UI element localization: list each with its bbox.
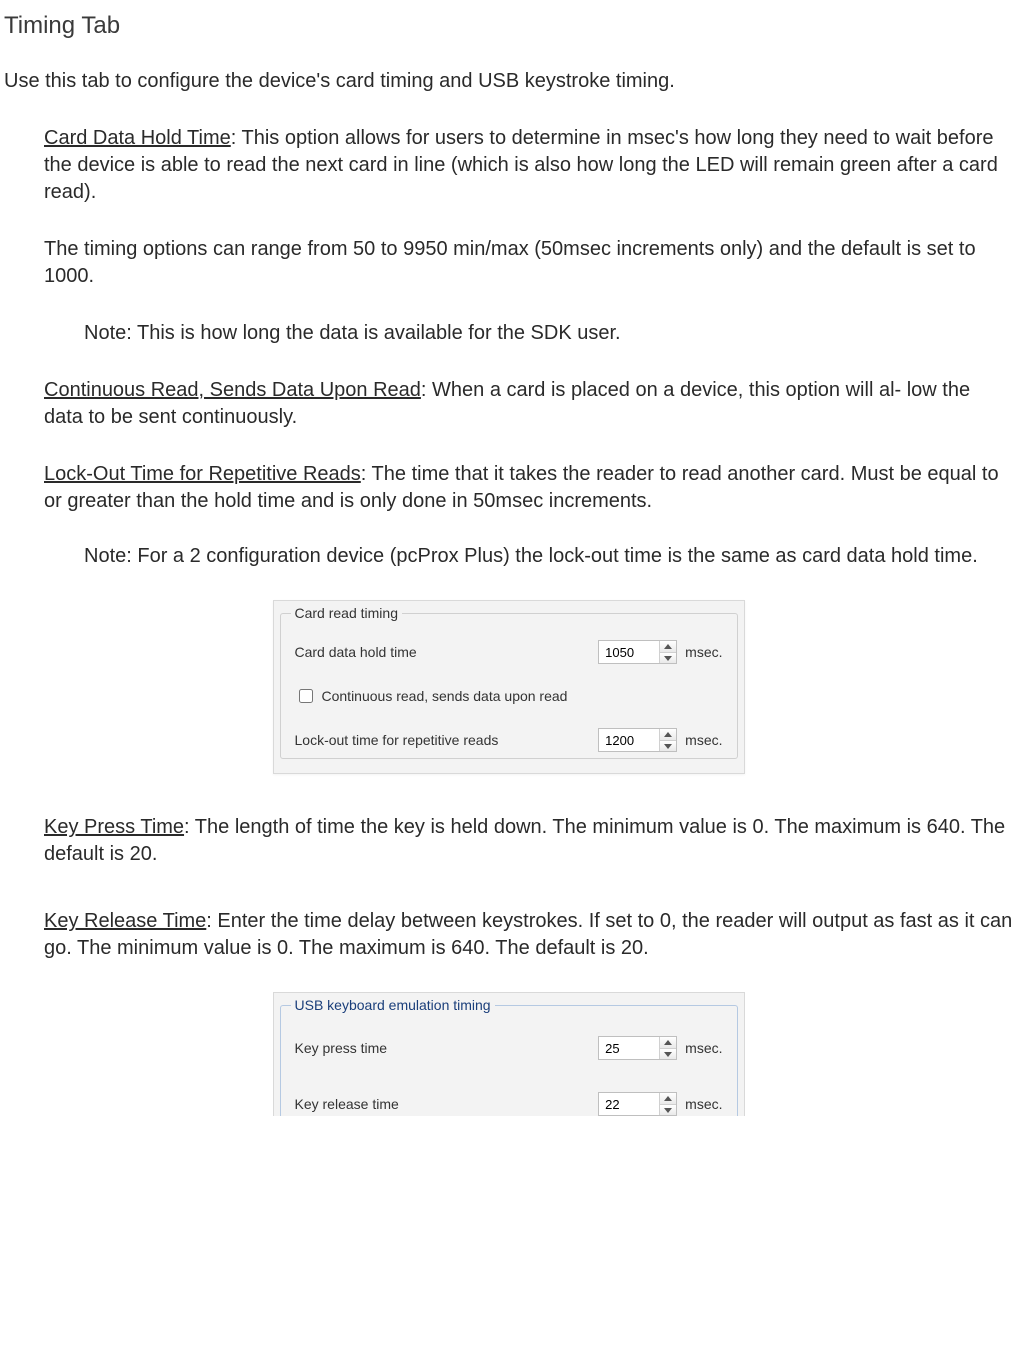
msec-unit: msec. xyxy=(685,643,722,662)
spinner-down-button[interactable] xyxy=(660,741,676,752)
card-hold-time-spinner[interactable] xyxy=(598,640,677,664)
key-press-time-spinner[interactable] xyxy=(598,1036,677,1060)
spinner-down-button[interactable] xyxy=(660,653,676,664)
card-hold-time-label: Card data hold time xyxy=(295,643,599,662)
card-hold-time-row: Card data hold time msec. xyxy=(295,640,723,664)
lockout-time-label: Lock-out time for repetitive reads xyxy=(295,731,599,750)
spinner-down-button[interactable] xyxy=(660,1105,676,1116)
msec-unit: msec. xyxy=(685,1039,722,1058)
spinner-down-button[interactable] xyxy=(660,1049,676,1060)
card-read-timing-legend: Card read timing xyxy=(291,604,403,623)
key-release-label: Key Release Time xyxy=(44,910,206,932)
lockout-time-spinner[interactable] xyxy=(598,728,677,752)
key-press-time-row: Key press time msec. xyxy=(295,1036,723,1060)
card-hold-para: Card Data Hold Time: This option allows … xyxy=(44,125,1013,206)
spinner-up-button[interactable] xyxy=(660,729,676,741)
cont-read-label: Continuous Read, Sends Data Upon Read xyxy=(44,379,421,401)
key-release-para: Key Release Time: Enter the time delay b… xyxy=(44,908,1013,962)
continuous-read-row: Continuous read, sends data upon read xyxy=(295,686,723,706)
card-hold-note: Note: This is how long the data is avail… xyxy=(84,320,1013,347)
lockout-time-input[interactable] xyxy=(599,729,659,751)
spinner-up-button[interactable] xyxy=(660,1037,676,1049)
card-hold-text2: The timing options can range from 50 to … xyxy=(44,236,1013,290)
usb-keyboard-timing-panel: USB keyboard emulation timing Key press … xyxy=(273,992,745,1116)
msec-unit: msec. xyxy=(685,731,722,750)
cont-read-para: Continuous Read, Sends Data Upon Read: W… xyxy=(44,377,1013,431)
continuous-read-label: Continuous read, sends data upon read xyxy=(322,687,568,706)
spinner-up-button[interactable] xyxy=(660,641,676,653)
spinner-up-button[interactable] xyxy=(660,1093,676,1105)
msec-unit: msec. xyxy=(685,1095,722,1114)
intro-text: Use this tab to configure the device's c… xyxy=(4,68,1013,95)
key-release-time-input[interactable] xyxy=(599,1093,659,1115)
lockout-label: Lock-Out Time for Repetitive Reads xyxy=(44,463,361,485)
usb-keyboard-timing-legend: USB keyboard emulation timing xyxy=(291,996,495,1015)
key-press-label: Key Press Time xyxy=(44,816,184,838)
card-read-timing-panel: Card read timing Card data hold time mse… xyxy=(273,600,745,774)
key-release-time-row: Key release time msec. xyxy=(295,1092,723,1116)
key-press-time-label: Key press time xyxy=(295,1039,599,1058)
key-press-para: Key Press Time: The length of time the k… xyxy=(44,814,1013,868)
lockout-time-row: Lock-out time for repetitive reads msec. xyxy=(295,728,723,752)
lockout-para: Lock-Out Time for Repetitive Reads: The … xyxy=(44,461,1013,515)
card-hold-label: Card Data Hold Time xyxy=(44,127,231,149)
key-release-time-label: Key release time xyxy=(295,1095,599,1114)
continuous-read-checkbox[interactable] xyxy=(299,689,313,703)
key-press-text: : The length of time the key is held dow… xyxy=(44,816,1005,865)
lockout-note: Note: For a 2 configuration device (pcPr… xyxy=(84,543,1013,570)
card-hold-time-input[interactable] xyxy=(599,641,659,663)
page-title: Timing Tab xyxy=(4,10,1013,42)
key-press-time-input[interactable] xyxy=(599,1037,659,1059)
key-release-time-spinner[interactable] xyxy=(598,1092,677,1116)
